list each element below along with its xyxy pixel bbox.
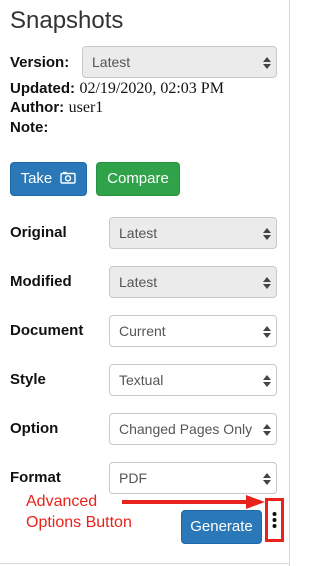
camera-icon: [60, 171, 77, 184]
version-select[interactable]: Latest: [82, 46, 277, 78]
modified-label: Modified: [10, 273, 72, 290]
author-value: user1: [68, 99, 104, 116]
style-select-value: Textual: [119, 372, 164, 388]
format-select[interactable]: PDF: [109, 462, 277, 494]
version-select-value: Latest: [92, 54, 131, 70]
version-label: Version:: [10, 54, 70, 71]
compare-button[interactable]: Compare: [96, 162, 180, 196]
original-select[interactable]: Latest: [109, 217, 277, 249]
format-label: Format: [10, 469, 61, 486]
select-arrows-icon: [263, 424, 271, 436]
select-arrows-icon: [263, 57, 271, 69]
note-label: Note:: [10, 119, 49, 136]
format-select-value: PDF: [119, 470, 147, 486]
original-label: Original: [10, 224, 67, 241]
select-arrows-icon: [263, 277, 271, 289]
select-arrows-icon: [263, 228, 271, 240]
take-button-label: Take: [20, 170, 53, 187]
panel-bottom-border: [0, 563, 290, 564]
modified-select-value: Latest: [119, 274, 158, 290]
panel-title: Snapshots: [10, 7, 124, 34]
panel-right-border: [289, 0, 290, 566]
annotation-text-line2: Options Button: [26, 514, 132, 531]
style-label: Style: [10, 371, 46, 388]
option-select-value: Changed Pages Only: [119, 421, 253, 437]
modified-select[interactable]: Latest: [109, 266, 277, 298]
advanced-options-button[interactable]: [268, 509, 281, 533]
updated-row: Updated: 02/19/2020, 02:03 PM: [10, 80, 224, 98]
option-label: Option: [10, 420, 59, 437]
generate-button[interactable]: Generate: [181, 510, 262, 544]
updated-value: 02/19/2020, 02:03 PM: [79, 80, 224, 97]
select-arrows-icon: [263, 326, 271, 338]
document-select-value: Current: [119, 323, 166, 339]
author-label: Author:: [10, 99, 65, 116]
option-select[interactable]: Changed Pages Only: [109, 413, 277, 445]
document-label: Document: [10, 322, 84, 339]
kebab-menu-icon: [272, 512, 277, 528]
select-arrows-icon: [263, 375, 271, 387]
annotation-text-line1: Advanced: [26, 493, 98, 510]
note-row: Note:: [10, 119, 48, 137]
author-row: Author: user1: [10, 99, 103, 117]
document-select[interactable]: Current: [109, 315, 277, 347]
take-snapshot-button[interactable]: Take: [10, 162, 87, 196]
annotation-arrow-icon: [122, 495, 265, 509]
style-select[interactable]: Textual: [109, 364, 277, 396]
original-select-value: Latest: [119, 225, 158, 241]
select-arrows-icon: [263, 473, 271, 485]
updated-label: Updated:: [10, 80, 75, 97]
